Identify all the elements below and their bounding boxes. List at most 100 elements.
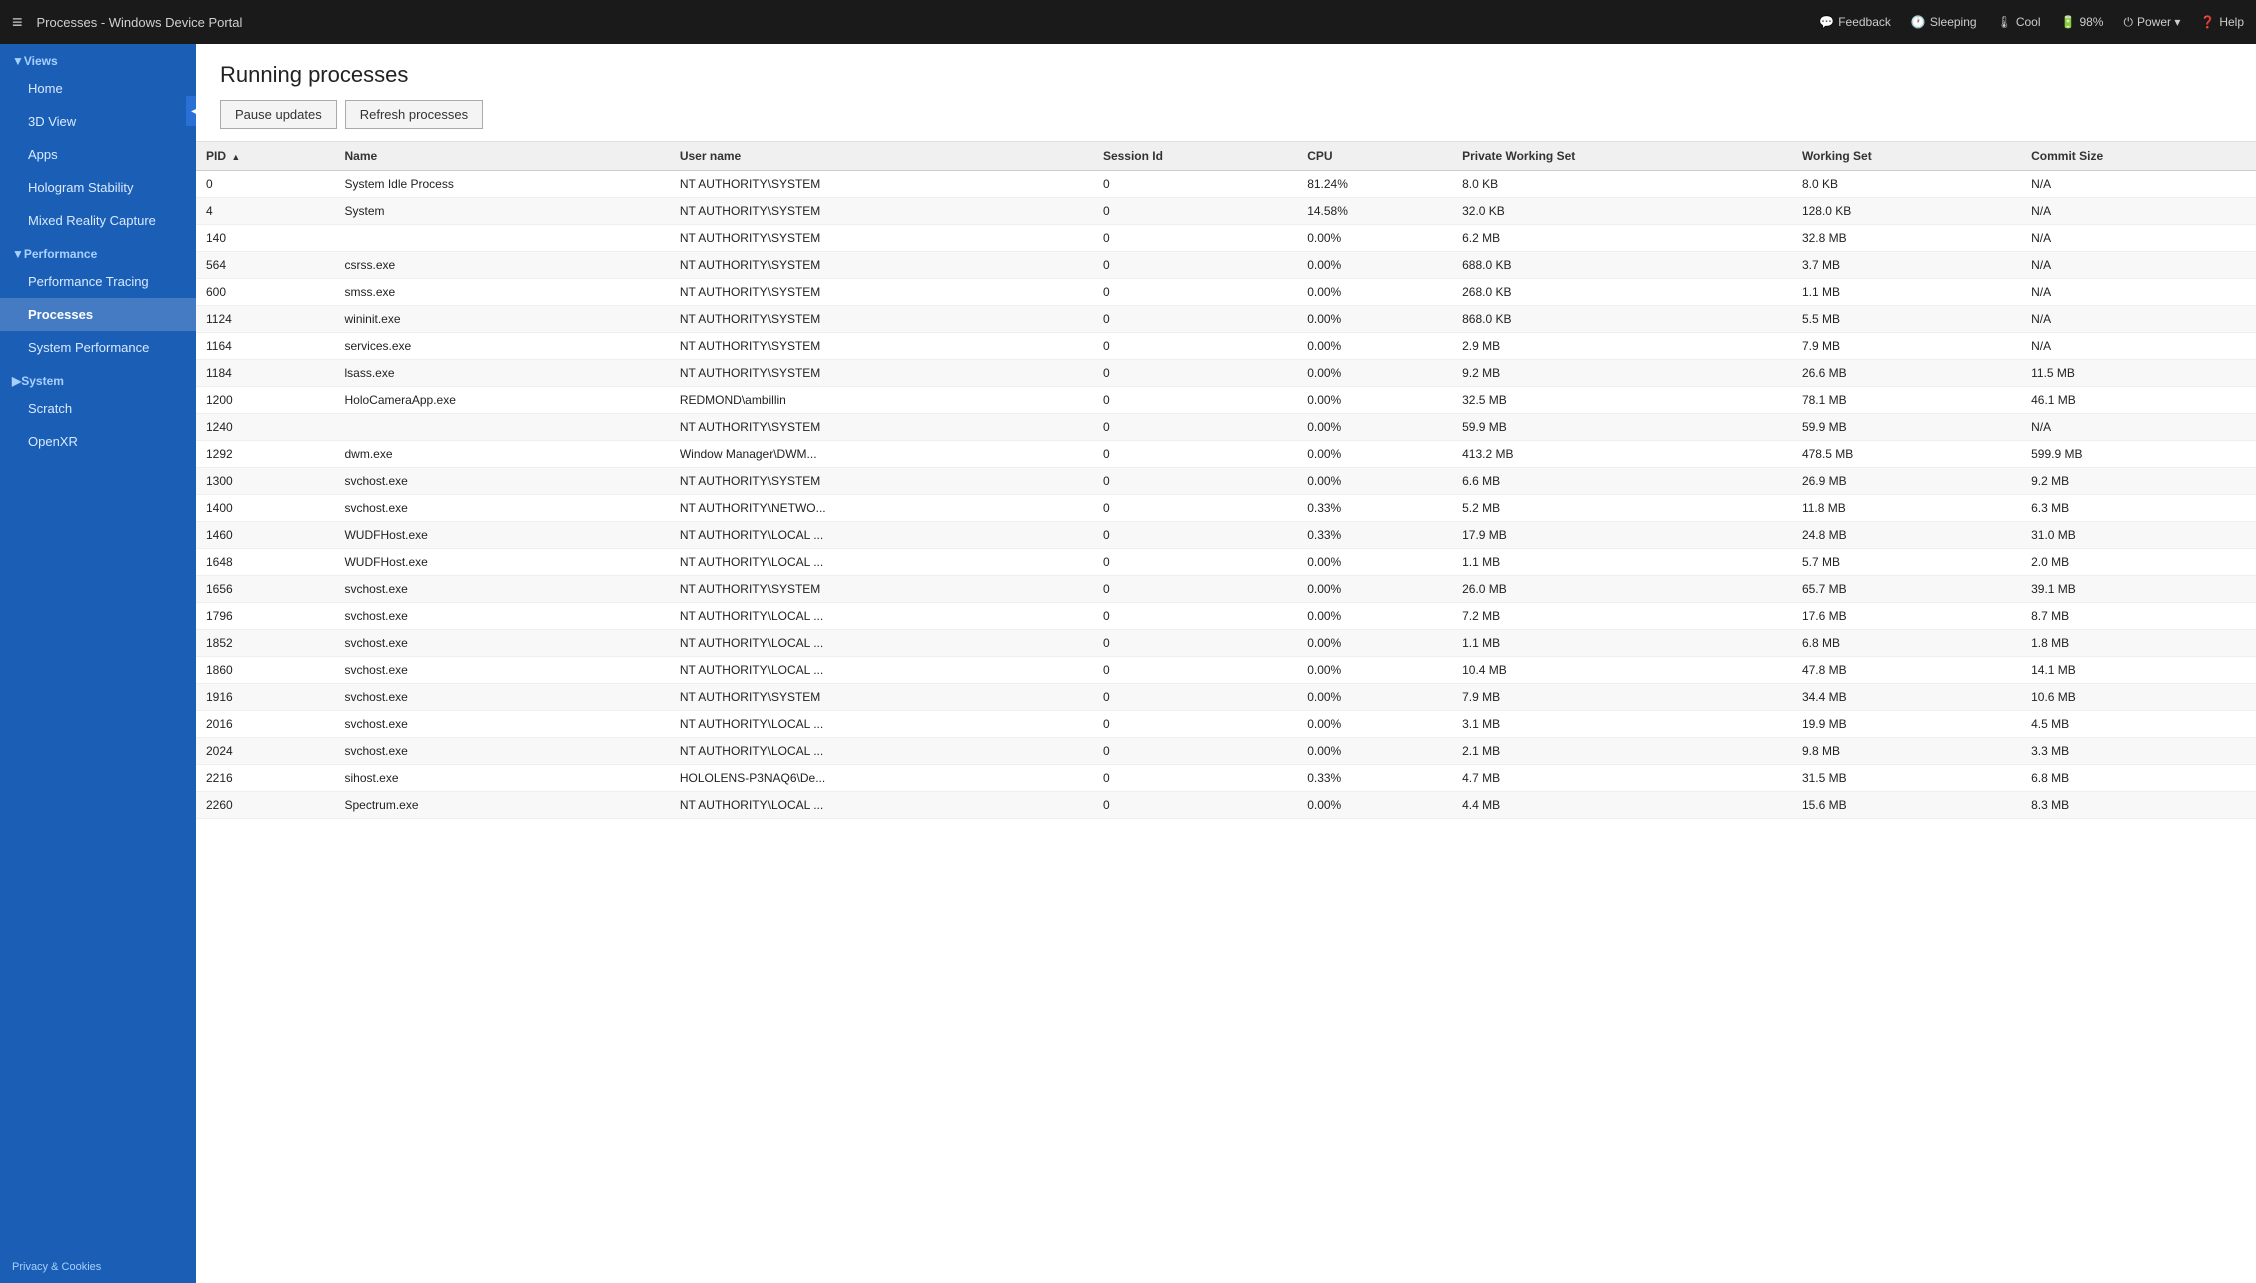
table-row[interactable]: 140NT AUTHORITY\SYSTEM00.00%6.2 MB32.8 M… — [196, 225, 2256, 252]
table-cell: 32.5 MB — [1452, 387, 1792, 414]
processes-table: PID ▲ Name User name Session Id CPU Priv… — [196, 142, 2256, 819]
pause-updates-button[interactable]: Pause updates — [220, 100, 337, 129]
table-cell: 0 — [1093, 522, 1297, 549]
table-cell: NT AUTHORITY\LOCAL ... — [670, 522, 1093, 549]
table-cell: 413.2 MB — [1452, 441, 1792, 468]
table-cell: 478.5 MB — [1792, 441, 2021, 468]
table-row[interactable]: 1460WUDFHost.exeNT AUTHORITY\LOCAL ...00… — [196, 522, 2256, 549]
table-cell: 0.00% — [1297, 657, 1452, 684]
col-private-working-set[interactable]: Private Working Set — [1452, 142, 1792, 171]
table-row[interactable]: 2260Spectrum.exeNT AUTHORITY\LOCAL ...00… — [196, 792, 2256, 819]
col-working-set[interactable]: Working Set — [1792, 142, 2021, 171]
col-commit-size[interactable]: Commit Size — [2021, 142, 2256, 171]
table-cell: 0 — [196, 171, 334, 198]
table-cell: 4.5 MB — [2021, 711, 2256, 738]
table-row[interactable]: 600smss.exeNT AUTHORITY\SYSTEM00.00%268.… — [196, 279, 2256, 306]
sidebar-section-system[interactable]: ▶System — [0, 364, 196, 392]
sleeping-button[interactable]: 🕐 Sleeping — [1911, 15, 1977, 29]
sidebar-item-scratch[interactable]: Scratch — [0, 392, 196, 425]
sidebar-section-views[interactable]: ▼Views — [0, 44, 196, 72]
table-cell: N/A — [2021, 279, 2256, 306]
table-cell: csrss.exe — [334, 252, 669, 279]
table-cell: 0 — [1093, 360, 1297, 387]
sidebar-item-mixed-reality-capture[interactable]: Mixed Reality Capture — [0, 204, 196, 237]
col-name[interactable]: Name — [334, 142, 669, 171]
table-cell: 1400 — [196, 495, 334, 522]
help-button[interactable]: ❓ Help — [2200, 15, 2244, 29]
sidebar-item-performance-tracing[interactable]: Performance Tracing — [0, 265, 196, 298]
sidebar-item-3dview[interactable]: 3D View — [0, 105, 196, 138]
table-cell: 19.9 MB — [1792, 711, 2021, 738]
feedback-button[interactable]: 💬 Feedback — [1819, 15, 1891, 29]
sidebar-collapse-button[interactable]: ◀ — [186, 96, 196, 126]
sidebar-item-apps[interactable]: Apps — [0, 138, 196, 171]
table-cell: 0 — [1093, 171, 1297, 198]
table-cell: NT AUTHORITY\SYSTEM — [670, 414, 1093, 441]
table-cell: 81.24% — [1297, 171, 1452, 198]
sidebar-section-performance[interactable]: ▼Performance — [0, 237, 196, 265]
col-cpu[interactable]: CPU — [1297, 142, 1452, 171]
table-row[interactable]: 1796svchost.exeNT AUTHORITY\LOCAL ...00.… — [196, 603, 2256, 630]
hamburger-menu[interactable]: ≡ — [12, 12, 23, 33]
table-row[interactable]: 2024svchost.exeNT AUTHORITY\LOCAL ...00.… — [196, 738, 2256, 765]
table-row[interactable]: 1164services.exeNT AUTHORITY\SYSTEM00.00… — [196, 333, 2256, 360]
table-cell: N/A — [2021, 171, 2256, 198]
table-header-row: PID ▲ Name User name Session Id CPU Priv… — [196, 142, 2256, 171]
table-cell: 6.8 MB — [1792, 630, 2021, 657]
table-cell: svchost.exe — [334, 738, 669, 765]
table-cell: svchost.exe — [334, 684, 669, 711]
col-user-name[interactable]: User name — [670, 142, 1093, 171]
content-title: Running processes — [220, 62, 2232, 88]
table-row[interactable]: 1860svchost.exeNT AUTHORITY\LOCAL ...00.… — [196, 657, 2256, 684]
table-cell: 0 — [1093, 441, 1297, 468]
table-cell: 6.6 MB — [1452, 468, 1792, 495]
table-cell: NT AUTHORITY\SYSTEM — [670, 306, 1093, 333]
table-row[interactable]: 1300svchost.exeNT AUTHORITY\SYSTEM00.00%… — [196, 468, 2256, 495]
table-row[interactable]: 1184lsass.exeNT AUTHORITY\SYSTEM00.00%9.… — [196, 360, 2256, 387]
power-button[interactable]: ⏻ Power ▾ — [2123, 15, 2180, 30]
table-row[interactable]: 1648WUDFHost.exeNT AUTHORITY\LOCAL ...00… — [196, 549, 2256, 576]
table-row[interactable]: 1124wininit.exeNT AUTHORITY\SYSTEM00.00%… — [196, 306, 2256, 333]
privacy-cookies-link[interactable]: Privacy & Cookies — [0, 1251, 196, 1283]
sidebar-item-system-performance[interactable]: System Performance — [0, 331, 196, 364]
table-cell: N/A — [2021, 225, 2256, 252]
col-pid[interactable]: PID ▲ — [196, 142, 334, 171]
table-row[interactable]: 1916svchost.exeNT AUTHORITY\SYSTEM00.00%… — [196, 684, 2256, 711]
table-cell: 128.0 KB — [1792, 198, 2021, 225]
table-cell: 31.0 MB — [2021, 522, 2256, 549]
table-row[interactable]: 0System Idle ProcessNT AUTHORITY\SYSTEM0… — [196, 171, 2256, 198]
sidebar-item-processes[interactable]: Processes — [0, 298, 196, 331]
table-cell: 0 — [1093, 306, 1297, 333]
table-cell: 0.33% — [1297, 522, 1452, 549]
table-row[interactable]: 2216sihost.exeHOLOLENS-P3NAQ6\De...00.33… — [196, 765, 2256, 792]
sidebar-item-home[interactable]: Home — [0, 72, 196, 105]
table-cell: 1184 — [196, 360, 334, 387]
table-cell: smss.exe — [334, 279, 669, 306]
table-row[interactable]: 2016svchost.exeNT AUTHORITY\LOCAL ...00.… — [196, 711, 2256, 738]
table-cell: 8.7 MB — [2021, 603, 2256, 630]
col-session-id[interactable]: Session Id — [1093, 142, 1297, 171]
table-cell: 4 — [196, 198, 334, 225]
cool-button[interactable]: 🌡 Cool — [1997, 15, 2041, 29]
table-cell: NT AUTHORITY\SYSTEM — [670, 468, 1093, 495]
processes-table-container[interactable]: PID ▲ Name User name Session Id CPU Priv… — [196, 142, 2256, 1283]
table-cell: 26.0 MB — [1452, 576, 1792, 603]
table-row[interactable]: 1200HoloCameraApp.exeREDMOND\ambillin00.… — [196, 387, 2256, 414]
table-cell: REDMOND\ambillin — [670, 387, 1093, 414]
sidebar-item-hologram-stability[interactable]: Hologram Stability — [0, 171, 196, 204]
refresh-processes-button[interactable]: Refresh processes — [345, 100, 483, 129]
table-row[interactable]: 1852svchost.exeNT AUTHORITY\LOCAL ...00.… — [196, 630, 2256, 657]
table-row[interactable]: 1292dwm.exeWindow Manager\DWM...00.00%41… — [196, 441, 2256, 468]
sidebar-item-openxr[interactable]: OpenXR — [0, 425, 196, 458]
table-cell: 0.00% — [1297, 279, 1452, 306]
table-cell: 0.00% — [1297, 684, 1452, 711]
table-row[interactable]: 1400svchost.exeNT AUTHORITY\NETWO...00.3… — [196, 495, 2256, 522]
table-cell: 0.00% — [1297, 441, 1452, 468]
table-row[interactable]: 1240NT AUTHORITY\SYSTEM00.00%59.9 MB59.9… — [196, 414, 2256, 441]
processes-tbody: 0System Idle ProcessNT AUTHORITY\SYSTEM0… — [196, 171, 2256, 819]
table-row[interactable]: 1656svchost.exeNT AUTHORITY\SYSTEM00.00%… — [196, 576, 2256, 603]
table-row[interactable]: 564csrss.exeNT AUTHORITY\SYSTEM00.00%688… — [196, 252, 2256, 279]
table-row[interactable]: 4SystemNT AUTHORITY\SYSTEM014.58%32.0 KB… — [196, 198, 2256, 225]
table-cell: 5.5 MB — [1792, 306, 2021, 333]
topbar: ≡ Processes - Windows Device Portal 💬 Fe… — [0, 0, 2256, 44]
